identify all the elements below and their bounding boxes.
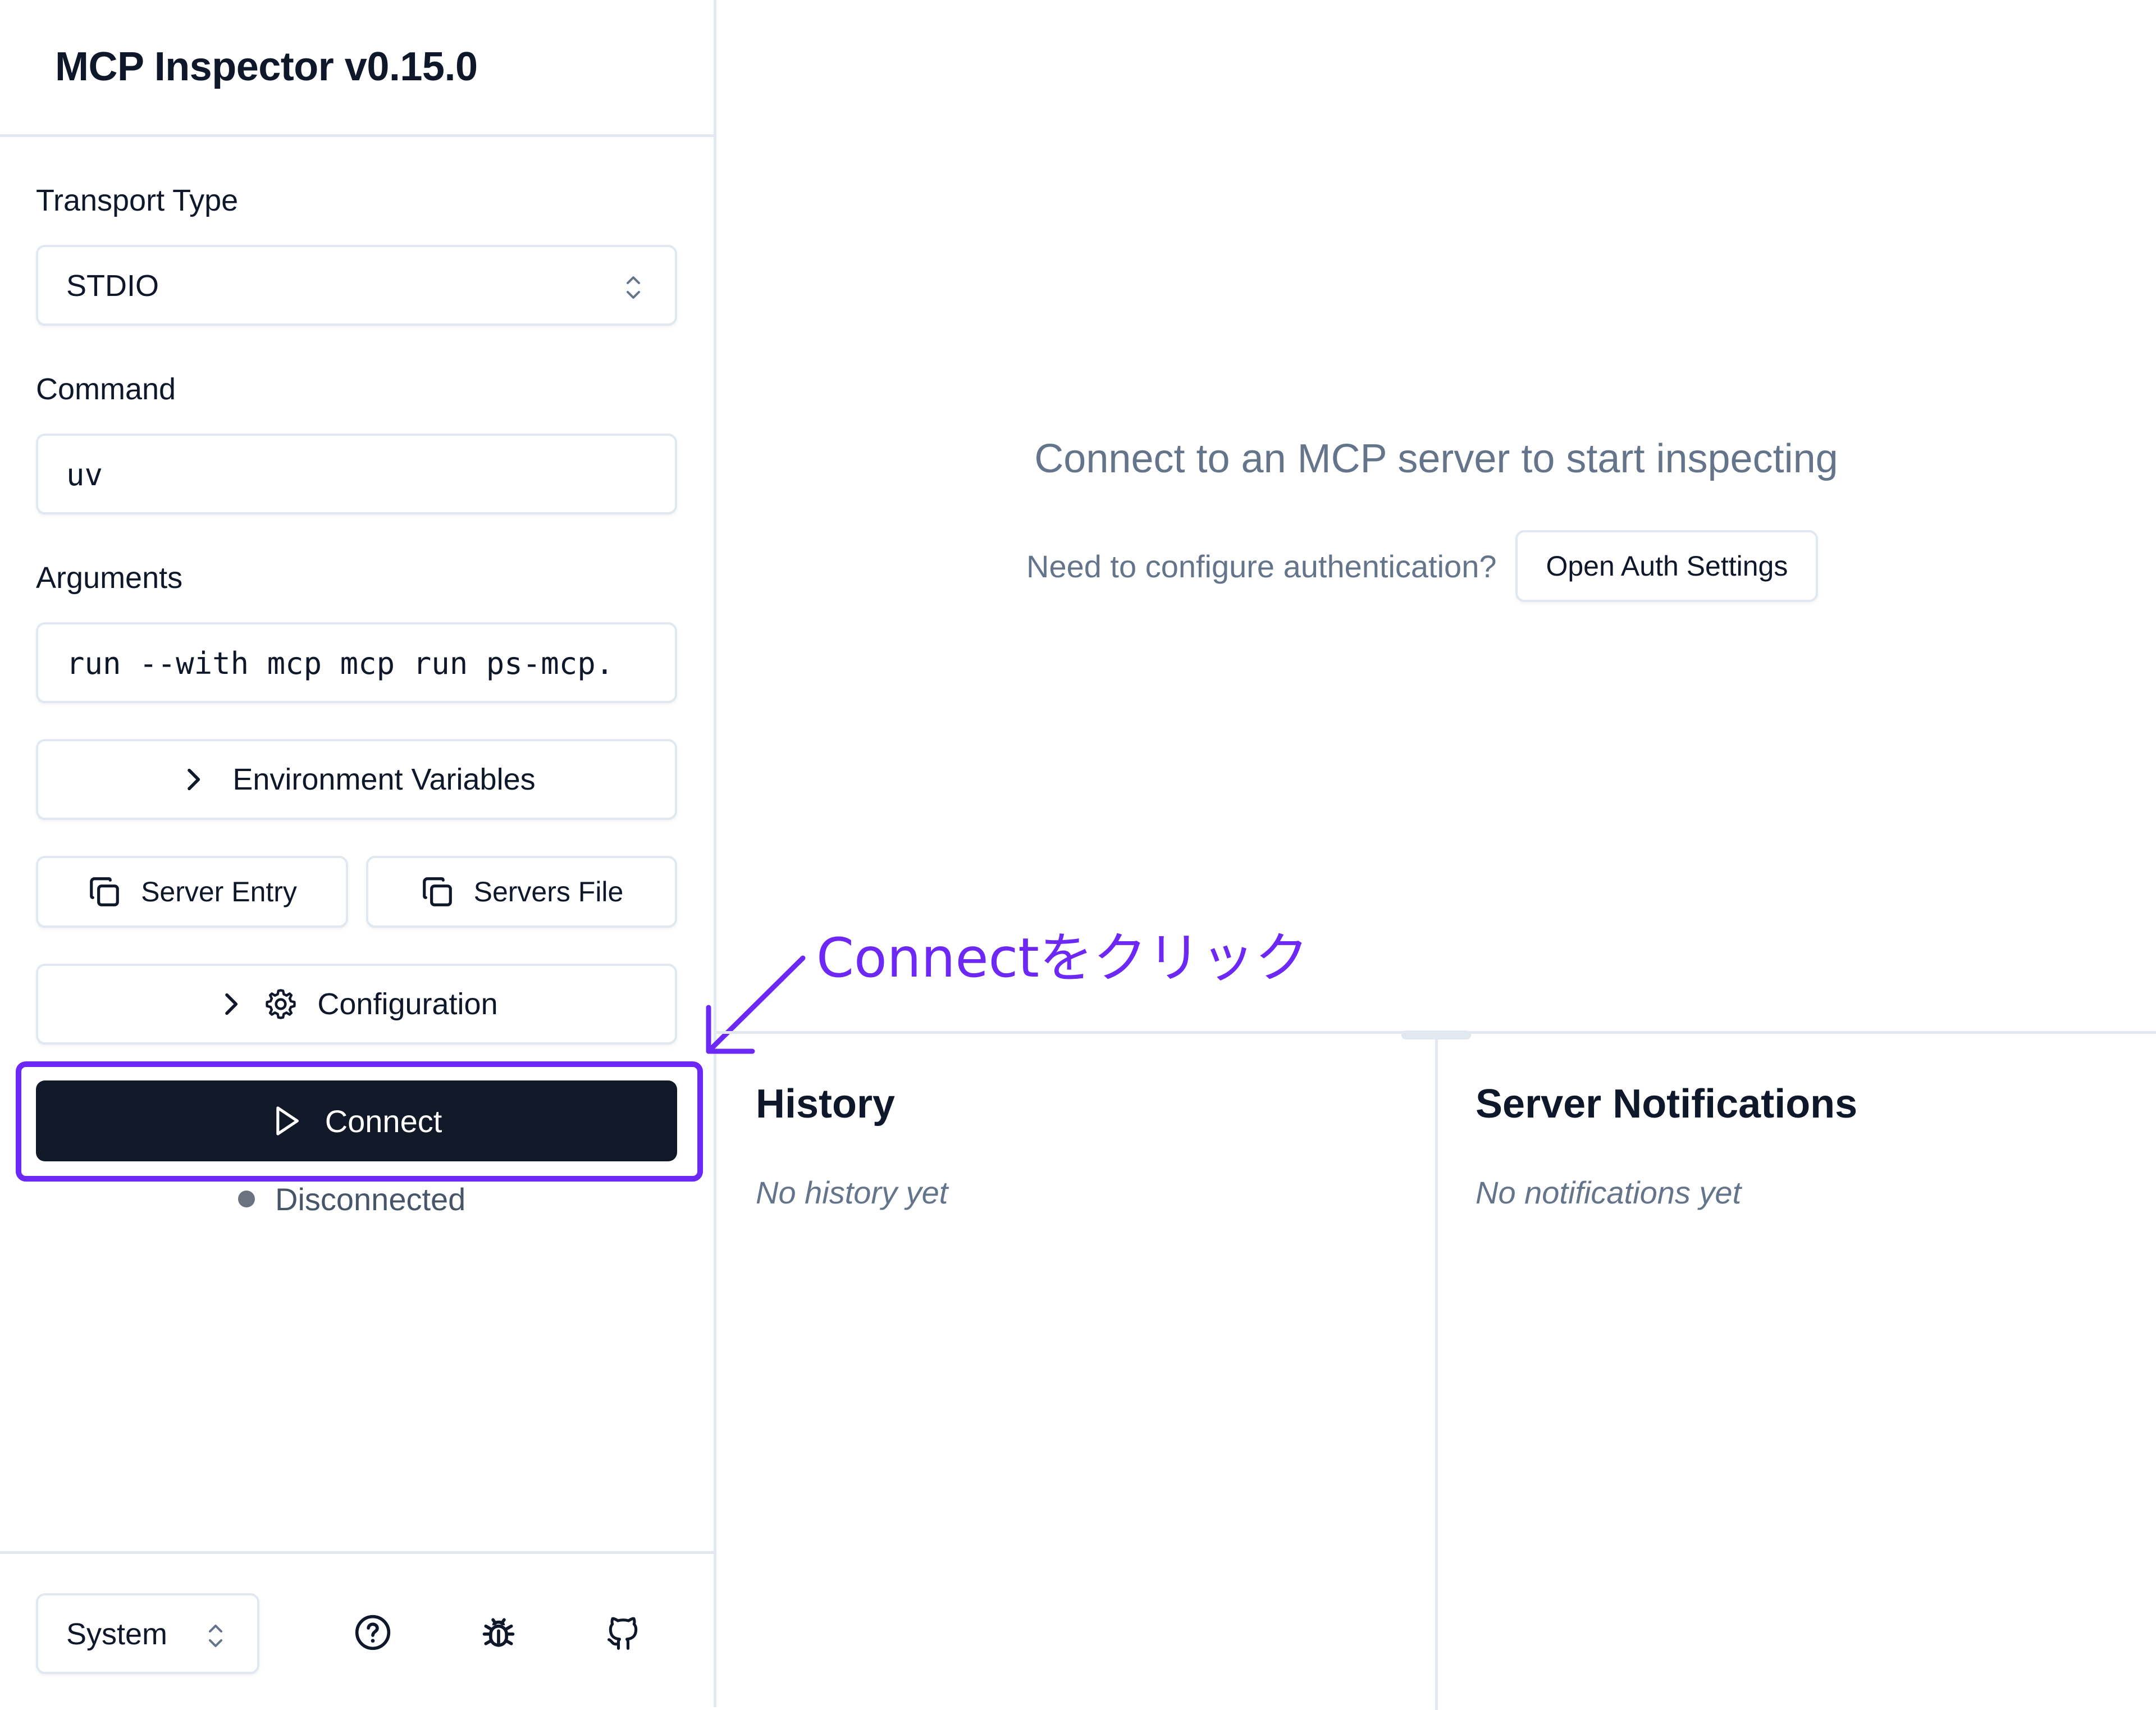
command-value: uv bbox=[66, 457, 103, 493]
history-title: History bbox=[756, 1082, 896, 1127]
connection-status-text: Disconnected bbox=[275, 1181, 466, 1217]
chevron-up-down-icon bbox=[209, 1625, 222, 1647]
copy-icon bbox=[422, 877, 452, 906]
transport-type-select[interactable]: STDIO bbox=[36, 245, 677, 326]
history-empty-text: No history yet bbox=[756, 1175, 948, 1210]
connection-status: Disconnected bbox=[238, 1179, 465, 1219]
arguments-input[interactable]: run --with mcp mcp run ps-mcp. bbox=[36, 622, 677, 703]
server-entry-label: Server Entry bbox=[141, 876, 297, 908]
empty-state-title: Connect to an MCP server to start inspec… bbox=[1034, 436, 1838, 481]
chevron-right-icon bbox=[188, 768, 200, 791]
transport-type-label: Transport Type bbox=[36, 184, 239, 217]
gear-icon bbox=[266, 989, 296, 1019]
command-input[interactable]: uv bbox=[36, 434, 677, 514]
server-entry-button[interactable]: Server Entry bbox=[36, 856, 348, 928]
app-title: MCP Inspector v0.15.0 bbox=[55, 44, 478, 89]
open-auth-settings-button[interactable]: Open Auth Settings bbox=[1515, 530, 1819, 602]
auth-prompt: Need to configure authentication? bbox=[1026, 548, 1497, 584]
configuration-button[interactable]: Configuration bbox=[36, 964, 677, 1045]
sidebar-header: MCP Inspector v0.15.0 bbox=[0, 0, 714, 137]
bottom-panel: History No history yet Server Notificati… bbox=[716, 1030, 2156, 1710]
debug-button[interactable] bbox=[471, 1604, 527, 1661]
notifications-empty-text: No notifications yet bbox=[1476, 1175, 1742, 1210]
bug-icon bbox=[482, 1618, 515, 1647]
servers-file-label: Servers File bbox=[473, 876, 624, 908]
configuration-label: Configuration bbox=[317, 987, 498, 1021]
chevron-up-down-icon bbox=[627, 276, 640, 299]
chevron-right-icon bbox=[225, 993, 238, 1015]
servers-file-button[interactable]: Servers File bbox=[366, 856, 677, 928]
arguments-value: run --with mcp mcp run ps-mcp. bbox=[66, 646, 614, 681]
status-dot bbox=[238, 1191, 255, 1207]
environment-variables-label: Environment Variables bbox=[232, 763, 536, 796]
help-button[interactable] bbox=[345, 1604, 401, 1661]
theme-value: System bbox=[66, 1617, 168, 1651]
environment-variables-button[interactable]: Environment Variables bbox=[36, 739, 677, 820]
arguments-label: Arguments bbox=[36, 561, 183, 595]
connect-highlight-box bbox=[16, 1061, 703, 1182]
sidebar-footer: System bbox=[0, 1551, 714, 1707]
sidebar: MCP Inspector v0.15.0 Transport Type STD… bbox=[0, 0, 716, 1707]
auth-row: Need to configure authentication? Open A… bbox=[1026, 530, 1819, 602]
annotation-text: Connectをクリック bbox=[816, 927, 1309, 989]
github-icon bbox=[607, 1617, 638, 1650]
copy-icon bbox=[90, 877, 119, 906]
panel-divider bbox=[1435, 1034, 1438, 1710]
help-circle-icon bbox=[355, 1615, 391, 1650]
github-button[interactable] bbox=[595, 1604, 651, 1661]
command-label: Command bbox=[36, 372, 176, 406]
theme-select[interactable]: System bbox=[36, 1593, 259, 1674]
server-notifications-title: Server Notifications bbox=[1476, 1082, 1858, 1127]
transport-type-value: STDIO bbox=[66, 269, 159, 303]
